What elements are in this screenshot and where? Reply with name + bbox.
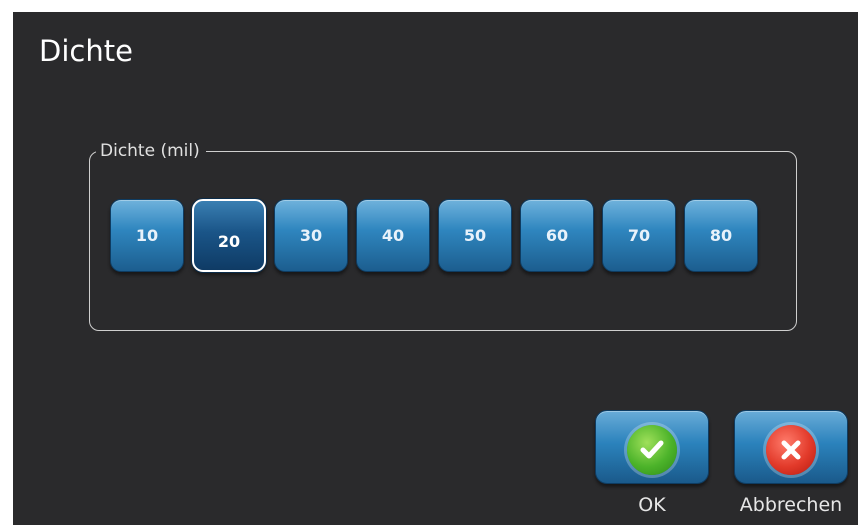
ok-button[interactable] xyxy=(595,410,709,484)
cancel-label: Abbrechen xyxy=(739,494,843,516)
cancel-button[interactable] xyxy=(734,410,848,484)
density-option-30[interactable]: 30 xyxy=(274,199,348,272)
density-option-40[interactable]: 40 xyxy=(356,199,430,272)
density-option-60[interactable]: 60 xyxy=(520,199,594,272)
density-option-70[interactable]: 70 xyxy=(602,199,676,272)
dialog-title: Dichte xyxy=(39,34,133,68)
density-option-20[interactable]: 20 xyxy=(192,199,266,272)
density-option-50[interactable]: 50 xyxy=(438,199,512,272)
density-option-10[interactable]: 10 xyxy=(110,199,184,272)
check-icon xyxy=(627,425,677,475)
density-dialog: Dichte Dichte (mil) 10 20 30 40 50 60 70… xyxy=(13,12,858,525)
density-group: Dichte (mil) 10 20 30 40 50 60 70 80 xyxy=(89,140,797,331)
close-icon xyxy=(766,425,816,475)
density-option-80[interactable]: 80 xyxy=(684,199,758,272)
ok-label: OK xyxy=(638,494,666,516)
